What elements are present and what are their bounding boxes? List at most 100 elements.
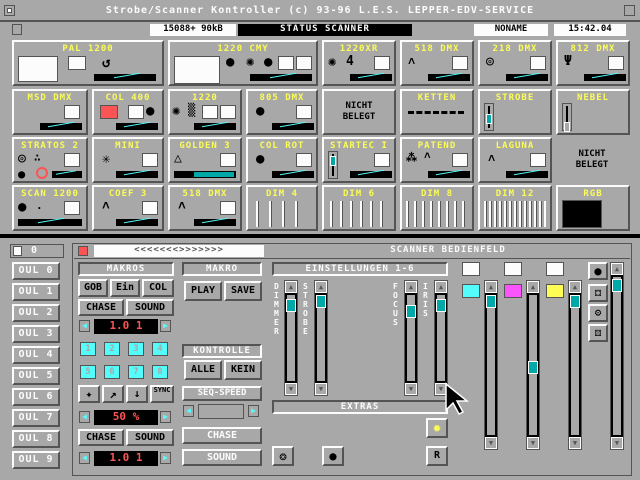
panel-nav[interactable]: <<<<<<<>>>>>>> [94, 245, 264, 257]
cyan-swatch[interactable] [462, 284, 480, 298]
tile-laguna[interactable]: LAGUNA ˄ [478, 137, 552, 183]
output-0[interactable]: OUL 0 [12, 262, 60, 280]
alle-button[interactable]: ALLE [184, 360, 222, 380]
tile-218-dmx[interactable]: 218 DMX ◎ [478, 40, 552, 86]
bomb-icon[interactable]: ● [322, 446, 344, 466]
yellow-fader[interactable]: ▲ ▼ [568, 280, 582, 450]
num-8[interactable]: 8 [152, 365, 168, 379]
magenta-swatch[interactable] [504, 284, 522, 298]
sidebar-close-icon[interactable] [13, 246, 22, 256]
output-6[interactable]: OUL 6 [12, 388, 60, 406]
tile-dim-6[interactable]: DIM 6 [322, 185, 396, 231]
ein-button[interactable]: Ein [110, 279, 140, 297]
output-7[interactable]: OUL 7 [12, 409, 60, 427]
status-close-icon[interactable] [12, 24, 22, 35]
next-arrow-icon[interactable]: ▶ [160, 411, 171, 423]
prev-arrow-icon[interactable]: ◀ [79, 320, 90, 332]
col-button[interactable]: COL [142, 279, 174, 297]
output-9[interactable]: OUL 9 [12, 451, 60, 469]
sound-button-2[interactable]: SOUND [126, 429, 174, 446]
dimmer-faders[interactable] [484, 201, 546, 227]
close-icon[interactable] [4, 5, 15, 16]
chase-button[interactable]: CHASE [78, 299, 124, 316]
dot-icon[interactable]: ● [588, 262, 608, 280]
tile-1220xr[interactable]: 1220XR ✺ 4 [322, 40, 396, 86]
chase-button-2[interactable]: CHASE [78, 429, 124, 446]
strobe-slider[interactable]: ▲ ▼ [314, 280, 328, 396]
tile-patend[interactable]: PATEND ⁂ ˄ [400, 137, 474, 183]
white-swatch[interactable] [504, 262, 522, 276]
output-8[interactable]: OUL 8 [12, 430, 60, 448]
sound-toggle[interactable]: SOUND [182, 449, 262, 466]
dice-icon[interactable]: ⚃ [588, 284, 608, 302]
fog-fader[interactable] [562, 103, 572, 132]
tile-golden-3[interactable]: GOLDEN 3 △ [168, 137, 242, 183]
startec-fader[interactable] [328, 151, 338, 179]
tile-pal-1200[interactable]: PAL 1200 ↺ [12, 40, 164, 86]
play-button[interactable]: PLAY [184, 281, 222, 301]
prev-arrow-icon[interactable]: ◀ [183, 405, 194, 417]
iris-slider[interactable]: ▲ ▼ [434, 280, 448, 396]
num-5[interactable]: 5 [80, 365, 96, 379]
focus-slider[interactable]: ▲ ▼ [404, 280, 418, 396]
next-arrow-icon[interactable]: ▶ [160, 452, 171, 464]
output-2[interactable]: OUL 2 [12, 304, 60, 322]
dimmer-slider[interactable]: ▲ ▼ [284, 280, 298, 396]
depth-gadget-icon[interactable] [624, 5, 635, 16]
seq-speed-button[interactable]: SEQ-SPEED [182, 386, 262, 401]
output-3[interactable]: OUL 3 [12, 325, 60, 343]
num-6[interactable]: 6 [104, 365, 120, 379]
magenta-fader[interactable]: ▲ ▼ [526, 280, 540, 450]
num-1[interactable]: 1 [80, 342, 96, 356]
dimmer-faders[interactable] [330, 201, 388, 227]
output-1[interactable]: OUL 1 [12, 283, 60, 301]
curve-icon[interactable]: ↗ [102, 385, 124, 403]
down-arrow-icon[interactable]: ↓ [126, 385, 148, 403]
tile-dim-12[interactable]: DIM 12 [478, 185, 552, 231]
output-5[interactable]: OUL 5 [12, 367, 60, 385]
tile-805-dmx[interactable]: 805 DMX ● [246, 89, 318, 135]
yellow-swatch[interactable] [546, 284, 564, 298]
tile-1220-cmy[interactable]: 1220 CMY ● ✺ ● [168, 40, 318, 86]
gear-icon[interactable]: ⚙ [588, 304, 608, 322]
sync-button[interactable]: SYNC [150, 385, 174, 403]
tile-scan-1200[interactable]: SCAN 1200 ● . [12, 185, 88, 231]
tile-col-rot[interactable]: COL ROT ● [246, 137, 318, 183]
num-4[interactable]: 4 [152, 342, 168, 356]
tile-startec[interactable]: STARTEC I [322, 137, 396, 183]
dimmer-faders[interactable] [406, 201, 468, 227]
tile-unassigned[interactable]: NICHT BELEGT [322, 89, 396, 135]
white-swatch[interactable] [546, 262, 564, 276]
sound-button[interactable]: SOUND [126, 299, 174, 316]
tile-coef-3[interactable]: COEF 3 ˄ [92, 185, 164, 231]
num-2[interactable]: 2 [104, 342, 120, 356]
dice-five-icon[interactable]: ⚄ [588, 324, 608, 342]
next-arrow-icon[interactable]: ▶ [248, 405, 259, 417]
tile-518-dmx-2[interactable]: 518 DMX ˄ [168, 185, 242, 231]
kein-button[interactable]: KEIN [224, 360, 262, 380]
lamp-icon[interactable]: ❂ [272, 446, 294, 466]
prev-arrow-icon[interactable]: ◀ [79, 452, 90, 464]
tile-msd-dmx[interactable]: MSD DMX [12, 89, 88, 135]
tile-mini[interactable]: MINI ✳ [92, 137, 164, 183]
prev-arrow-icon[interactable]: ◀ [79, 411, 90, 423]
tile-nebel[interactable]: NEBEL [556, 89, 630, 135]
tile-rgb[interactable]: RGB [556, 185, 630, 231]
gobo-fader[interactable]: ▲ ▼ [610, 262, 624, 450]
gob-button[interactable]: GOB [78, 279, 108, 297]
save-button[interactable]: SAVE [224, 281, 262, 301]
tile-col-400[interactable]: COL 400 ● [92, 89, 164, 135]
white-swatch[interactable] [462, 262, 480, 276]
shuffle-icon[interactable]: ✦ [78, 385, 100, 403]
tile-812-dmx[interactable]: 812 DMX Ψ [556, 40, 630, 86]
sun-icon[interactable]: ✹ [426, 418, 448, 438]
seq-speed-field[interactable] [198, 404, 244, 419]
tile-stratos-2[interactable]: STRATOS 2 ◎ ∴ ● [12, 137, 88, 183]
strobe-fader[interactable] [484, 103, 494, 131]
panel-close-icon[interactable] [78, 246, 88, 256]
reset-button[interactable]: R [426, 446, 448, 466]
next-arrow-icon[interactable]: ▶ [160, 320, 171, 332]
num-7[interactable]: 7 [128, 365, 144, 379]
dimmer-faders[interactable] [256, 201, 308, 227]
output-4[interactable]: OUL 4 [12, 346, 60, 364]
